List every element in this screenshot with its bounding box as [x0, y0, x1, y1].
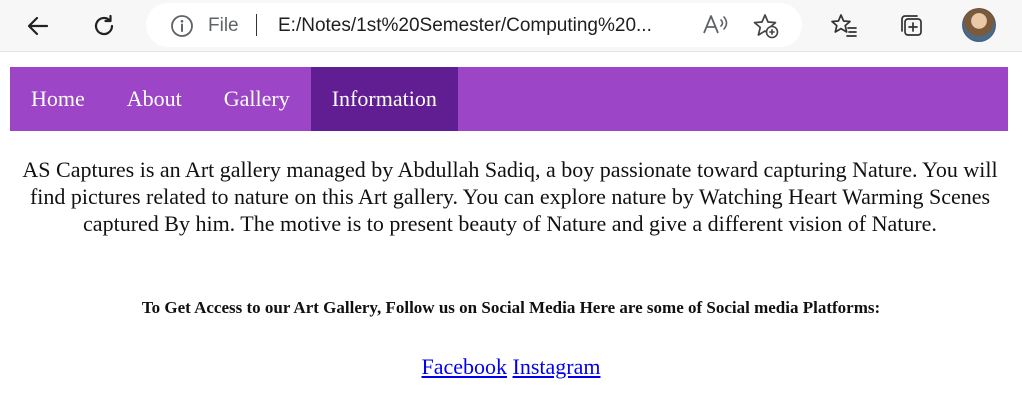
favorites-list-icon	[831, 14, 857, 37]
collections-button[interactable]	[894, 8, 930, 44]
intro-paragraph: AS Captures is an Art gallery managed by…	[22, 157, 998, 236]
social-media-heading: To Get Access to our Art Gallery, Follow…	[141, 298, 881, 317]
instagram-link[interactable]: Instagram	[513, 354, 601, 379]
collections-icon	[901, 15, 922, 36]
read-aloud-icon[interactable]	[702, 13, 730, 43]
scheme-label: File	[208, 15, 239, 36]
url-text[interactable]: E:/Notes/1st%20Semester/Computing%20...	[278, 15, 702, 37]
omnibox-divider	[256, 14, 257, 36]
arrow-left-icon	[27, 16, 49, 36]
favorites-button[interactable]	[826, 8, 862, 44]
star-add-icon[interactable]	[752, 12, 780, 45]
social-links: Facebook Instagram	[0, 354, 1022, 380]
profile-avatar[interactable]	[962, 8, 996, 42]
nav-item-gallery[interactable]: Gallery	[203, 67, 311, 131]
nav-item-information[interactable]: Information	[310, 67, 458, 131]
nav-item-about[interactable]: About	[106, 67, 203, 131]
nav-item-home[interactable]: Home	[10, 67, 106, 131]
back-button[interactable]	[20, 8, 56, 44]
address-bar[interactable]: File E:/Notes/1st%20Semester/Computing%2…	[146, 3, 802, 47]
reload-icon	[94, 14, 114, 36]
info-icon[interactable]	[170, 14, 194, 43]
page-content: Home About Gallery Information AS Captur…	[0, 52, 1022, 400]
reload-button[interactable]	[86, 8, 122, 44]
facebook-link[interactable]: Facebook	[422, 354, 508, 379]
top-navigation: Home About Gallery Information	[10, 67, 1008, 131]
browser-toolbar: File E:/Notes/1st%20Semester/Computing%2…	[0, 0, 1022, 52]
